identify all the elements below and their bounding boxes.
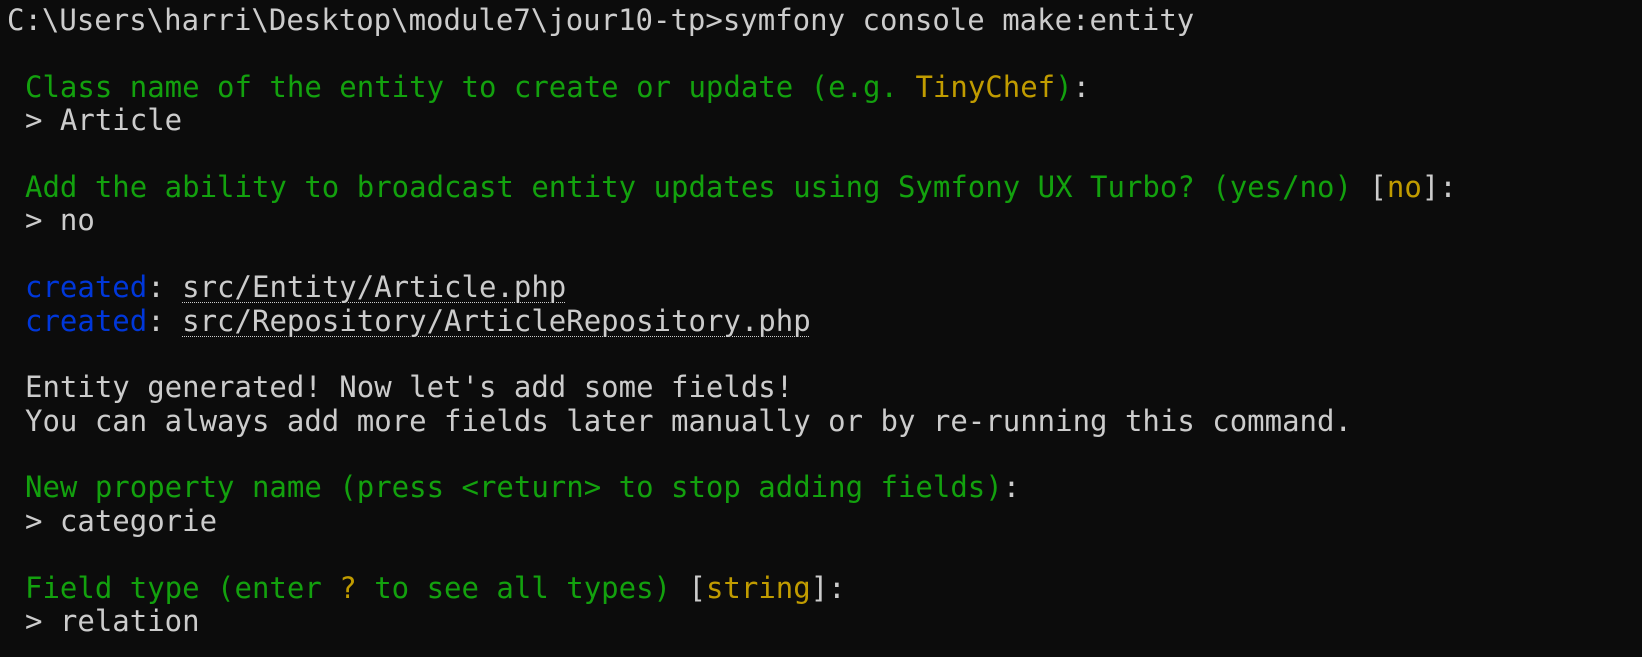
question-close-paren: ) (1055, 69, 1073, 104)
answer-turbo: > no (7, 204, 1642, 237)
created-file-line: created: src/Repository/ArticleRepositor… (7, 303, 1642, 338)
info-message: Entity generated! Now let's add some fie… (7, 371, 1642, 404)
question-class-name: Class name of the entity to create or up… (7, 69, 1642, 104)
answer-field-type: > relation (7, 604, 1642, 639)
info-text: You can always add more fields later man… (25, 403, 1352, 438)
question-property-name: New property name (press <return> to sto… (7, 471, 1642, 504)
question-text: New property name (press <return> to sto… (25, 470, 1003, 505)
bracket-open: [ (688, 570, 706, 605)
info-text: Entity generated! Now let's add some fie… (25, 370, 794, 405)
default-value: no (1386, 169, 1422, 204)
terminal-window[interactable]: C:\Users\harri\Desktop\module7\jour10-tp… (0, 0, 1642, 657)
answer-text: > categorie (25, 503, 218, 538)
question-text: Add the ability to broadcast entity upda… (25, 169, 1370, 204)
example-value: TinyChef (915, 69, 1056, 104)
answer-class-name: > Article (7, 103, 1642, 138)
bracket-close: ]: (810, 570, 846, 605)
answer-property-name: > categorie (7, 503, 1642, 538)
command-prompt-line: C:\Users\harri\Desktop\module7\jour10-tp… (7, 3, 1642, 37)
created-label: created (25, 270, 148, 305)
question-field-type: Field type (enter ? to see all types) [s… (7, 570, 1642, 605)
question-text: Class name of the entity to create or up… (25, 69, 916, 104)
created-sep: : (147, 270, 183, 305)
created-label: created (25, 303, 148, 338)
created-sep: : (147, 303, 183, 338)
bracket-open: [ (1369, 169, 1387, 204)
question-colon: : (1002, 470, 1021, 505)
answer-text: > no (25, 203, 95, 238)
answer-text: > relation (25, 604, 200, 639)
created-file-line: created: src/Entity/Article.php (7, 270, 1642, 305)
default-value: string (705, 570, 811, 605)
file-path-link[interactable]: src/Entity/Article.php (182, 270, 566, 304)
question-turbo: Add the ability to broadcast entity upda… (7, 169, 1642, 204)
info-message: You can always add more fields later man… (7, 403, 1642, 438)
question-text-end: to see all types) (356, 570, 689, 605)
command-text: C:\Users\harri\Desktop\module7\jour10-tp… (7, 3, 1195, 37)
question-text: Field type (enter (25, 570, 340, 605)
file-path-link[interactable]: src/Repository/ArticleRepository.php (182, 304, 811, 338)
bracket-close: ]: (1421, 169, 1457, 204)
help-symbol: ? (339, 570, 357, 605)
answer-text: > Article (25, 103, 183, 138)
question-colon: : (1072, 69, 1091, 104)
